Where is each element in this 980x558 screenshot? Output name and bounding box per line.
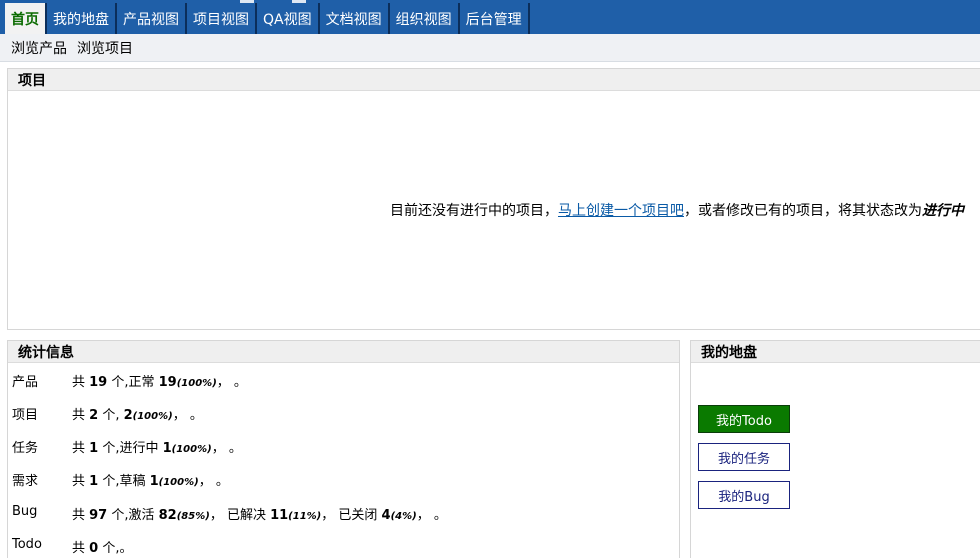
my-task-button[interactable]: 我的任务	[698, 443, 790, 471]
my-desk-panel-title: 我的地盘	[691, 341, 980, 363]
my-desk-panel: 我的地盘 我的Todo 我的任务 我的Bug	[690, 340, 980, 558]
nav-tab-admin[interactable]: 后台管理	[460, 3, 530, 34]
nav-tab-project[interactable]: 项目视图	[187, 3, 257, 34]
subnav-browse-projects[interactable]: 浏览项目	[77, 38, 133, 58]
projects-panel-title: 项目	[8, 69, 980, 91]
create-project-link[interactable]: 马上创建一个项目吧	[558, 203, 684, 219]
stat-label: 需求	[12, 474, 39, 489]
subnav-browse-products[interactable]: 浏览产品	[11, 38, 67, 58]
stat-value: 共 97 个,激活 82(85%)， 已解决 11(11%)， 已关闭 4(4%…	[72, 508, 447, 523]
stat-row-bug: Bug 共 97 个,激活 82(85%)， 已解决 11(11%)， 已关闭 …	[12, 504, 447, 523]
stat-row-product: 产品 共 19 个,正常 19(100%)， 。	[12, 371, 247, 390]
stat-value: 共 19 个,正常 19(100%)， 。	[72, 375, 247, 390]
stat-value: 共 1 个,进行中 1(100%)， 。	[72, 441, 242, 456]
stats-panel: 统计信息 产品 共 19 个,正常 19(100%)， 。 项目 共 2 个, …	[7, 340, 680, 558]
stat-label: Bug	[12, 504, 38, 519]
top-nav-bar: 首页 我的地盘 产品视图 项目视图 QA视图 文档视图 组织视图 后台管理	[0, 0, 980, 34]
nav-tab-home[interactable]: 首页	[5, 3, 47, 34]
nav-tab-qa[interactable]: QA视图	[257, 3, 320, 34]
nav-tab-doc[interactable]: 文档视图	[320, 3, 390, 34]
status-doing: 进行中	[922, 203, 964, 219]
stat-value: 共 0 个,。	[72, 541, 133, 556]
nav-tab-product[interactable]: 产品视图	[117, 3, 187, 34]
main-nav: 首页 我的地盘 产品视图 项目视图 QA视图 文档视图 组织视图 后台管理	[5, 3, 530, 34]
stat-label: 任务	[12, 441, 39, 456]
my-todo-button[interactable]: 我的Todo	[698, 405, 790, 433]
stat-row-story: 需求 共 1 个,草稿 1(100%)， 。	[12, 470, 229, 489]
nav-tab-my-desk[interactable]: 我的地盘	[47, 3, 117, 34]
stat-label: 产品	[12, 375, 39, 390]
stat-value: 共 1 个,草稿 1(100%)， 。	[72, 474, 229, 489]
stat-label: 项目	[12, 408, 39, 423]
projects-panel: 项目 目前还没有进行中的项目，马上创建一个项目吧，或者修改已有的项目，将其状态改…	[7, 68, 980, 330]
stat-row-project: 项目 共 2 个, 2(100%)， 。	[12, 404, 203, 423]
sub-nav: 浏览产品 浏览项目	[0, 34, 980, 62]
stats-panel-title: 统计信息	[8, 341, 679, 363]
stat-row-todo: Todo 共 0 个,。	[12, 537, 132, 556]
empty-text-after: ，或者修改已有的项目，将其状态改为	[684, 203, 922, 219]
stat-row-task: 任务 共 1 个,进行中 1(100%)， 。	[12, 437, 242, 456]
nav-tab-company[interactable]: 组织视图	[390, 3, 460, 34]
projects-empty-message: 目前还没有进行中的项目，马上创建一个项目吧，或者修改已有的项目，将其状态改为进行…	[390, 200, 964, 220]
stat-value: 共 2 个, 2(100%)， 。	[72, 408, 203, 423]
my-bug-button[interactable]: 我的Bug	[698, 481, 790, 509]
empty-text-before: 目前还没有进行中的项目，	[390, 203, 558, 219]
stat-label: Todo	[12, 537, 42, 552]
